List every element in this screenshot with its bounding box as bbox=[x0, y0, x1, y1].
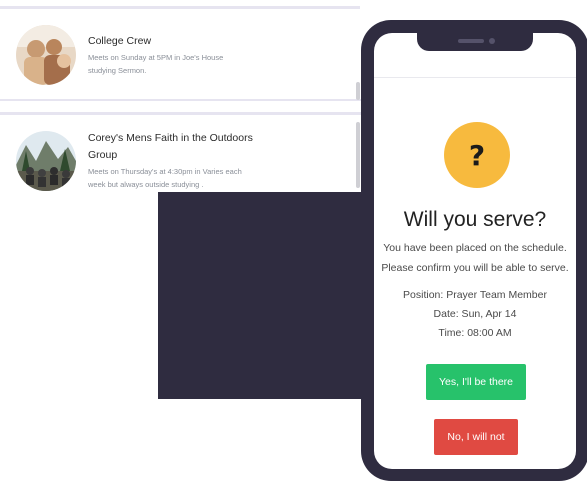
group-title: Corey's Mens Faith in the Outdoors Group bbox=[88, 130, 258, 164]
scrollbar[interactable] bbox=[356, 122, 360, 188]
group-title: College Crew bbox=[88, 35, 152, 47]
question-icon: ? bbox=[444, 122, 510, 188]
phone-screen: ? Will you serve? You have been placed o… bbox=[374, 33, 576, 469]
modal-message-line: Please confirm you will be able to serve… bbox=[381, 262, 569, 274]
serve-position: Position: Prayer Team Member bbox=[403, 289, 547, 301]
serve-time: Time: 08:00 AM bbox=[438, 327, 512, 339]
group-avatar bbox=[16, 25, 76, 85]
group-description: Meets on Sunday at 5PM in Joe's House st… bbox=[88, 51, 263, 77]
group-description-line: week but always outside studying . bbox=[88, 180, 204, 189]
group-card-college-crew[interactable]: College Crew Meets on Sunday at 5PM in J… bbox=[0, 9, 362, 101]
decline-serve-button[interactable]: No, I will not bbox=[434, 419, 518, 455]
group-title-line: Corey's Mens Faith in the Outdoors bbox=[88, 132, 253, 144]
header-divider bbox=[374, 77, 576, 78]
group-description: Meets on Thursday's at 4:30pm in Varies … bbox=[88, 165, 263, 191]
modal-message: You have been placed on the schedule. Pl… bbox=[374, 238, 576, 278]
group-description-line: Meets on Sunday at 5PM in Joe's House bbox=[88, 53, 224, 62]
phone-notch bbox=[417, 33, 533, 51]
group-card-mens-faith-outdoors[interactable]: Corey's Mens Faith in the Outdoors Group… bbox=[0, 112, 362, 198]
group-title-line: Group bbox=[88, 149, 118, 161]
group-description-line: studying Sermon. bbox=[88, 66, 147, 75]
group-description-line: Meets on Thursday's at 4:30pm in Varies … bbox=[88, 167, 242, 176]
scrollbar[interactable] bbox=[356, 82, 360, 100]
modal-message-line: You have been placed on the schedule. bbox=[383, 242, 567, 254]
speaker-icon bbox=[458, 39, 484, 43]
modal-title: Will you serve? bbox=[403, 208, 547, 231]
confirm-serve-button[interactable]: Yes, I'll be there bbox=[426, 364, 526, 400]
dark-backdrop-panel bbox=[158, 192, 361, 399]
group-avatar bbox=[16, 131, 76, 191]
camera-icon bbox=[489, 38, 495, 44]
serve-date: Date: Sun, Apr 14 bbox=[433, 308, 517, 320]
phone-frame: ? Will you serve? You have been placed o… bbox=[361, 20, 587, 481]
